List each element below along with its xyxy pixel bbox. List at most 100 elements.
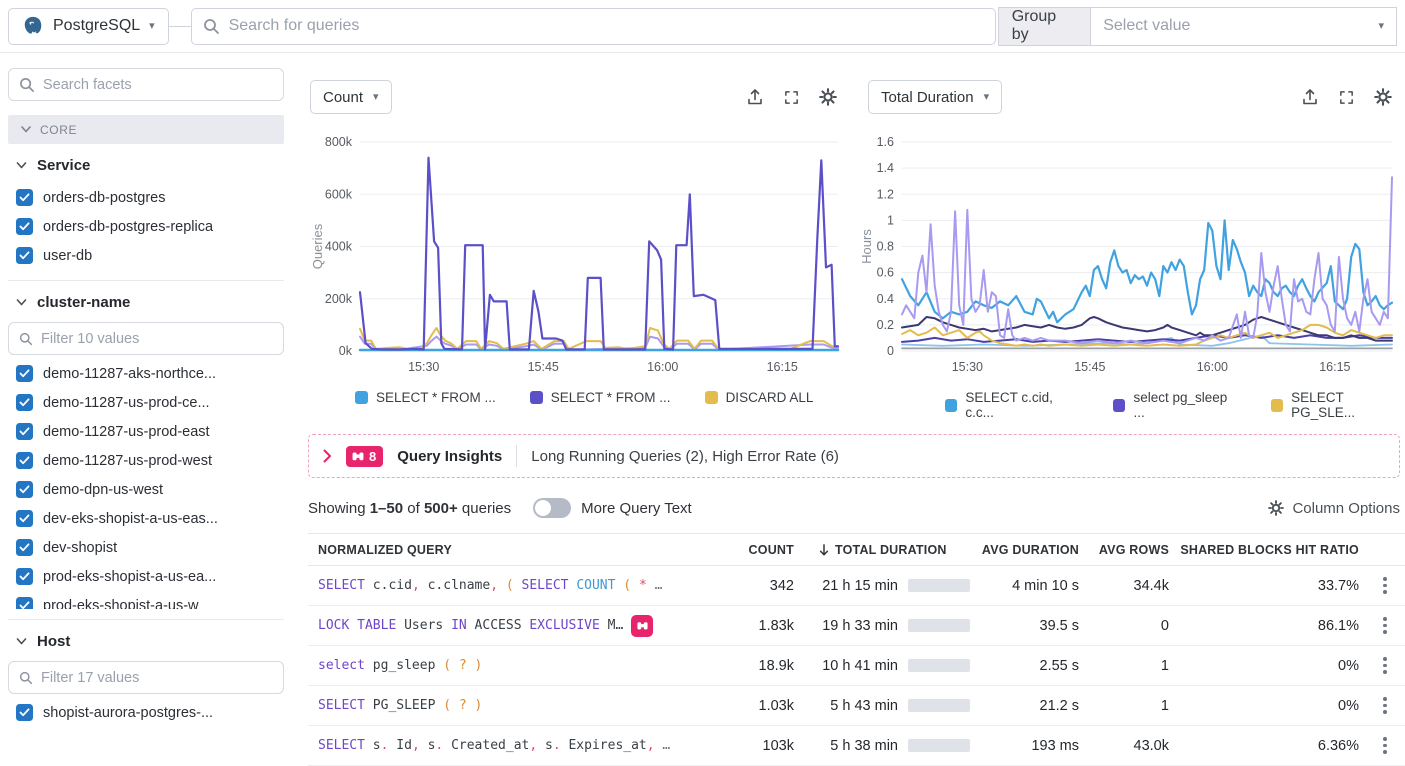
checkbox-checked[interactable] <box>16 568 33 585</box>
facet-item[interactable]: user-db <box>8 241 284 270</box>
table-row[interactable]: SELECT c.cid, c.clname, ( SELECT COUNT (… <box>308 566 1405 606</box>
query-search-input[interactable]: Search for queries <box>191 8 996 45</box>
column-options-button[interactable]: Column Options <box>1268 500 1400 517</box>
binoculars-icon <box>351 449 365 463</box>
facet-item[interactable]: demo-11287-us-prod-east <box>8 417 284 446</box>
checkbox-checked[interactable] <box>16 539 33 556</box>
chart1-header: Count ▾ <box>310 80 837 114</box>
legend-item[interactable]: select pg_sleep ... <box>1113 390 1237 420</box>
svg-text:0.2: 0.2 <box>877 318 894 332</box>
chevron-right-icon <box>323 449 332 463</box>
table-row[interactable]: SELECT s. Id, s. Created_at, s. Expires_… <box>308 726 1405 766</box>
normalized-query-cell[interactable]: LOCK TABLE Users IN ACCESS EXCLUSIVE M… <box>318 615 738 637</box>
legend-item[interactable]: SELECT * FROM ... <box>355 390 496 405</box>
column-options-label: Column Options <box>1292 500 1400 517</box>
chart1-metric-selector[interactable]: Count ▾ <box>310 80 392 114</box>
facet-item-label: dev-eks-shopist-a-us-eas... <box>43 511 218 527</box>
chart2-header: Total Duration ▾ <box>868 80 1392 114</box>
facet-item[interactable]: shopist-aurora-postgres-... <box>8 698 284 727</box>
checkbox-checked[interactable] <box>16 394 33 411</box>
svg-text:1.2: 1.2 <box>877 187 894 201</box>
hit-ratio-cell: 33.7% <box>1175 578 1365 594</box>
checkbox-checked[interactable] <box>16 704 33 721</box>
legend-item[interactable]: SELECT PG_SLE... <box>1271 390 1405 420</box>
facet-filter-input-cluster-name[interactable]: Filter 10 values <box>8 322 284 355</box>
export-icon[interactable] <box>746 88 764 106</box>
facet-group-header-cluster-name[interactable]: cluster-name <box>8 281 284 320</box>
checkbox-checked[interactable] <box>16 365 33 382</box>
facet-group-header-service[interactable]: Service <box>8 144 284 183</box>
col-count[interactable]: COUNT <box>738 543 800 557</box>
facet-item[interactable]: orders-db-postgres <box>8 183 284 212</box>
fullscreen-icon[interactable] <box>783 89 800 106</box>
facet-item[interactable]: prod-eks-shopist-a-us-ea... <box>8 562 284 591</box>
facet-item-label: prod-eks-shopist-a-us-ea... <box>43 569 216 585</box>
row-menu-kebab-icon[interactable] <box>1365 653 1405 678</box>
checkbox-checked[interactable] <box>16 481 33 498</box>
facet-search-input[interactable]: Search facets <box>8 68 284 101</box>
checkbox-checked[interactable] <box>16 452 33 469</box>
chevron-down-icon: ▾ <box>1378 21 1384 32</box>
checkbox-checked[interactable] <box>16 597 33 609</box>
chevron-down-icon: ▾ <box>373 92 379 103</box>
count-cell: 103k <box>738 738 800 754</box>
group-by-select[interactable]: Select value ▾ <box>1090 7 1397 46</box>
query-insights-banner[interactable]: 8 Query Insights Long Running Queries (2… <box>308 434 1400 478</box>
checkbox-checked[interactable] <box>16 189 33 206</box>
col-total-duration[interactable]: TOTAL DURATION <box>800 543 970 557</box>
total-duration-chart[interactable]: 00.20.40.60.811.21.41.615:3015:4516:0016… <box>857 124 1400 379</box>
facet-group-header-host[interactable]: Host <box>8 620 284 659</box>
row-menu-kebab-icon[interactable] <box>1365 573 1405 598</box>
legend-item[interactable]: DISCARD ALL <box>705 390 814 405</box>
row-menu-kebab-icon[interactable] <box>1365 733 1405 758</box>
facet-item[interactable]: demo-11287-aks-northce... <box>8 359 284 388</box>
row-menu-kebab-icon[interactable] <box>1365 693 1405 718</box>
facet-item[interactable]: demo-11287-us-prod-west <box>8 446 284 475</box>
legend-label: SELECT * FROM ... <box>376 390 496 405</box>
row-menu-kebab-icon[interactable] <box>1365 613 1405 638</box>
legend-item[interactable]: SELECT * FROM ... <box>530 390 671 405</box>
facet-item-label: dev-shopist <box>43 540 117 556</box>
gear-icon[interactable] <box>1374 88 1392 106</box>
facet-item[interactable]: demo-dpn-us-west <box>8 475 284 504</box>
col-avg-rows[interactable]: AVG ROWS <box>1085 543 1175 557</box>
more-query-text-toggle[interactable] <box>533 498 571 518</box>
total-duration-cell: 5 h 38 min <box>800 738 970 754</box>
normalized-query-cell[interactable]: SELECT c.cid, c.clname, ( SELECT COUNT (… <box>318 578 738 593</box>
export-icon[interactable] <box>1301 88 1319 106</box>
hit-ratio-cell: 0% <box>1175 698 1365 714</box>
facet-item[interactable]: dev-shopist <box>8 533 284 562</box>
normalized-query-cell[interactable]: select pg_sleep ( ? ) <box>318 658 738 673</box>
checkbox-checked[interactable] <box>16 218 33 235</box>
facet-item[interactable]: orders-db-postgres-replica <box>8 212 284 241</box>
table-row[interactable]: LOCK TABLE Users IN ACCESS EXCLUSIVE M…1… <box>308 606 1405 646</box>
facet-item[interactable]: demo-11287-us-prod-ce... <box>8 388 284 417</box>
core-section-header[interactable]: CORE <box>8 115 284 144</box>
svg-text:Hours: Hours <box>859 229 874 264</box>
fullscreen-icon[interactable] <box>1338 89 1355 106</box>
checkbox-checked[interactable] <box>16 510 33 527</box>
normalized-query-cell[interactable]: SELECT PG_SLEEP ( ? ) <box>318 698 738 713</box>
checkbox-checked[interactable] <box>16 423 33 440</box>
group-by-placeholder: Select value <box>1103 17 1190 35</box>
table-row[interactable]: SELECT PG_SLEEP ( ? )1.03k5 h 43 min21.2… <box>308 686 1405 726</box>
col-shared-blocks-hit-ratio[interactable]: SHARED BLOCKS HIT RATIO <box>1175 543 1365 557</box>
showing-text: Showing 1–50 of 500+ queries <box>308 500 511 517</box>
legend-swatch <box>945 399 957 412</box>
col-avg-duration[interactable]: AVG DURATION <box>970 543 1085 557</box>
gear-icon[interactable] <box>819 88 837 106</box>
checkbox-checked[interactable] <box>16 247 33 264</box>
normalized-query-cell[interactable]: SELECT s. Id, s. Created_at, s. Expires_… <box>318 738 738 753</box>
row-insight-badge[interactable] <box>631 615 653 637</box>
count-chart[interactable]: 0k200k400k600k800k15:3015:4516:0016:15Qu… <box>308 124 845 379</box>
legend-item[interactable]: SELECT c.cid, c.c... <box>945 390 1079 420</box>
svg-text:Queries: Queries <box>310 223 325 269</box>
table-row[interactable]: select pg_sleep ( ? )18.9k10 h 41 min2.5… <box>308 646 1405 686</box>
product-selector[interactable]: PostgreSQL ▾ <box>8 8 169 45</box>
count-cell: 18.9k <box>738 658 800 674</box>
chart2-metric-selector[interactable]: Total Duration ▾ <box>868 80 1002 114</box>
facet-item[interactable]: dev-eks-shopist-a-us-eas... <box>8 504 284 533</box>
facet-item[interactable]: prod-eks-shopist-a-us-w <box>8 591 284 609</box>
facet-filter-input-host[interactable]: Filter 17 values <box>8 661 284 694</box>
col-normalized-query[interactable]: NORMALIZED QUERY <box>318 543 738 557</box>
